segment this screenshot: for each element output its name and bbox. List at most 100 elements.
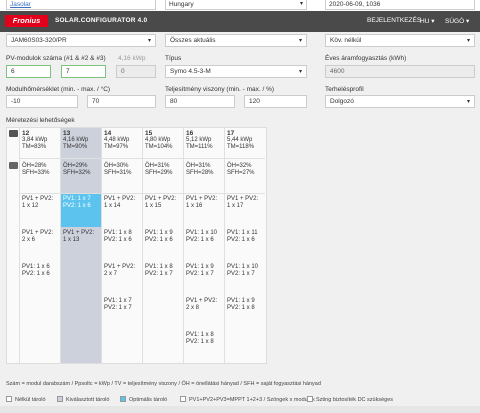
config-line-2: 1 x 12 (22, 203, 39, 209)
config-line-1: PV1: 1 x 8 (104, 230, 132, 236)
config-line-1: PV1 + PV2: (22, 230, 54, 236)
profile-select[interactable]: Dolgozó ▾ (325, 95, 475, 108)
chevron-down-icon: ▾ (466, 99, 470, 105)
column-header: 17 5,44 kWp TM=118% (225, 128, 265, 159)
legend-item-label: Szting biztosíték DC szüksèges (316, 397, 394, 403)
column-number: 16 (186, 130, 194, 137)
column-kwp: 5,12 kWp (186, 137, 212, 143)
type-select[interactable]: Symo 4.5-3-M ▾ (165, 65, 307, 78)
config-line-2: PV2: 1 x 8 (227, 305, 255, 311)
pv1-input[interactable]: 6 (6, 65, 51, 78)
login-link[interactable]: BEJELENTKEZÉS (367, 17, 421, 24)
top-field-3[interactable]: 2020-06-09, 1036 (325, 0, 475, 10)
grid-column-15[interactable]: 15 4,80 kWp TM=104% ÖH=31% SFH=29% PV1 + PV2:… (142, 128, 183, 363)
type-label: Típus (165, 55, 182, 62)
config-cell[interactable]: PV1: 1 x 6 PV2: 1 x 6 (20, 262, 60, 295)
config-cell[interactable]: PV1 + PV2: 1 x 13 (61, 228, 101, 261)
column-oh: ÖH=31% (186, 163, 211, 169)
pv-power-value: 4,16 kWp (118, 55, 146, 62)
column-number: 14 (104, 130, 112, 137)
legend-item: PV1+PV2+PV3=MPPT 1+2+3 / Szöngek x modul… (180, 396, 315, 403)
config-cell[interactable]: PV1 + PV2: 1 x 14 (102, 194, 142, 227)
config-cell[interactable]: PV1: 1 x 7 PV2: 1 x 6 (61, 194, 101, 227)
module-select[interactable]: JAM60S03-320/PR ▾ (6, 34, 156, 47)
column-kwp: 4,48 kWp (104, 137, 130, 143)
config-line-2: PV2: 1 x 7 (104, 305, 132, 311)
config-cell[interactable]: PV1: 1 x 9 PV2: 1 x 8 (225, 296, 265, 329)
config-line-1: PV1: 1 x 8 (186, 332, 214, 338)
config-cell[interactable]: PV1: 1 x 8 PV2: 1 x 8 (184, 330, 224, 363)
config-line-1: PV1: 1 x 9 (186, 264, 214, 270)
pv-power: 4,16 kWp (118, 55, 145, 62)
config-line-1: PV1 + PV2: (104, 264, 136, 270)
config-line-1: PV1: 1 x 9 (227, 298, 255, 304)
column-storage-info: ÖH=31% SFH=28% (184, 159, 224, 194)
config-cell[interactable]: PV1: 1 x 8 PV2: 1 x 6 (102, 228, 142, 261)
column-header: 16 5,12 kWp TM=111% (184, 128, 224, 159)
config-cell[interactable]: PV1: 1 x 8 PV2: 1 x 7 (143, 262, 183, 295)
module-select-value: JAM60S03-320/PR (11, 37, 67, 44)
app-title: SOLAR.CONFIGURATOR 4.0 (55, 17, 148, 24)
column-header: 15 4,80 kWp TM=104% (143, 128, 183, 159)
help-menu[interactable]: SÚGÓ ▾ (445, 17, 469, 25)
column-oh: ÖH=29% (63, 163, 88, 169)
config-cell[interactable]: PV1 + PV2: 2 x 7 (102, 262, 142, 295)
pv2-input[interactable]: 7 (61, 65, 106, 78)
config-line-1: PV1: 1 x 8 (145, 264, 173, 270)
config-cell[interactable]: PV1: 1 x 11 PV2: 1 x 6 (225, 228, 265, 261)
config-cell[interactable]: PV1 + PV2: 2 x 8 (184, 296, 224, 329)
pv-label: PV-modulok száma (#1 & #2 & #3) (6, 55, 106, 62)
config-line-1: PV1: 1 x 6 (22, 264, 50, 270)
legend-item: Szting biztosíték DC szüksèges (307, 396, 393, 403)
legend-item-label: Optimális tároló (129, 397, 168, 403)
grid-column-14[interactable]: 14 4,48 kWp TM=97% ÖH=30% SFH=31% PV1 + PV2: 1… (101, 128, 142, 363)
config-line-2: PV2: 1 x 6 (104, 237, 132, 243)
grid-column-13[interactable]: 13 4,16 kWp TM=90% ÖH=29% SFH=32% PV1: 1 x 7P… (60, 128, 101, 363)
chevron-down-icon: ▾ (298, 38, 302, 44)
perf-min-input[interactable]: 80 (165, 95, 235, 108)
config-line-2: PV2: 1 x 6 (227, 237, 255, 243)
config-line-2: PV2: 1 x 7 (227, 271, 255, 277)
temp-min-input[interactable]: -10 (6, 95, 78, 108)
column-oh: ÖH=30% (104, 163, 129, 169)
grid-column-16[interactable]: 16 5,12 kWp TM=111% ÖH=31% SFH=28% PV1 + PV2:… (183, 128, 224, 363)
config-line-2: PV2: 1 x 6 (63, 203, 91, 209)
config-cell[interactable]: PV1 + PV2: 1 x 15 (143, 194, 183, 227)
column-number: 12 (22, 130, 30, 137)
fronius-logo: Fronius (5, 15, 48, 27)
config-cell[interactable]: PV1 + PV2: 2 x 6 (20, 228, 60, 261)
config-line-1: PV1 + PV2: (227, 196, 259, 202)
pv-label-text: PV-modulok száma (#1 & #2 & #3) (6, 55, 106, 62)
language-menu[interactable]: HU ▾ (420, 17, 434, 25)
grid-column-17[interactable]: 17 5,44 kWp TM=118% ÖH=32% SFH=27% PV1 + PV2:… (224, 128, 265, 363)
column-oh: ÖH=32% (227, 163, 252, 169)
config-cell[interactable]: PV1: 1 x 7 PV2: 1 x 7 (102, 296, 142, 329)
column-storage-info: ÖH=29% SFH=32% (61, 159, 101, 194)
column-sfh: SFH=29% (145, 170, 173, 176)
config-line-2: 1 x 16 (186, 203, 203, 209)
consumption-input[interactable]: 4600 (325, 65, 475, 78)
top-field-2[interactable]: Hungary ▾ (165, 0, 307, 10)
column-storage-info: ÖH=31% SFH=29% (143, 159, 183, 194)
perf-max-input[interactable]: 120 (244, 95, 307, 108)
config-cell[interactable]: PV1: 1 x 9 PV2: 1 x 7 (184, 262, 224, 295)
filter-select[interactable]: Összes aktuális ▾ (165, 34, 307, 47)
config-cell[interactable]: PV1: 1 x 10 PV2: 1 x 6 (184, 228, 224, 261)
grid-column-12[interactable]: 12 3,84 kWp TM=83% ÖH=28% SFH=33% PV1 + PV2: 1… (19, 128, 60, 363)
config-line-2: 2 x 8 (186, 305, 200, 311)
column-kwp: 4,80 kWp (145, 137, 171, 143)
cooling-select[interactable]: Köv. nélkül ▾ (325, 34, 475, 47)
legend-item: Optimális tároló (120, 396, 167, 403)
config-cell[interactable]: PV1: 1 x 9 PV2: 1 x 6 (143, 228, 183, 261)
temp-max-input[interactable]: 70 (87, 95, 156, 108)
config-cell[interactable]: PV1 + PV2: 1 x 17 (225, 194, 265, 227)
config-cell[interactable]: PV1 + PV2: 1 x 12 (20, 194, 60, 227)
config-line-2: 1 x 14 (104, 203, 121, 209)
top-field-1[interactable]: Jasolar (6, 0, 156, 10)
config-cell[interactable]: PV1 + PV2: 1 x 16 (184, 194, 224, 227)
config-cell[interactable]: PV1: 1 x 10 PV2: 1 x 7 (225, 262, 265, 295)
chevron-down-icon: ▾ (466, 38, 470, 44)
sizing-grid: 12 3,84 kWp TM=83% ÖH=28% SFH=33% PV1 + PV2: 1… (6, 127, 267, 364)
pv3-input[interactable]: 0 (116, 65, 156, 78)
config-line-1: PV1 + PV2: (186, 298, 218, 304)
